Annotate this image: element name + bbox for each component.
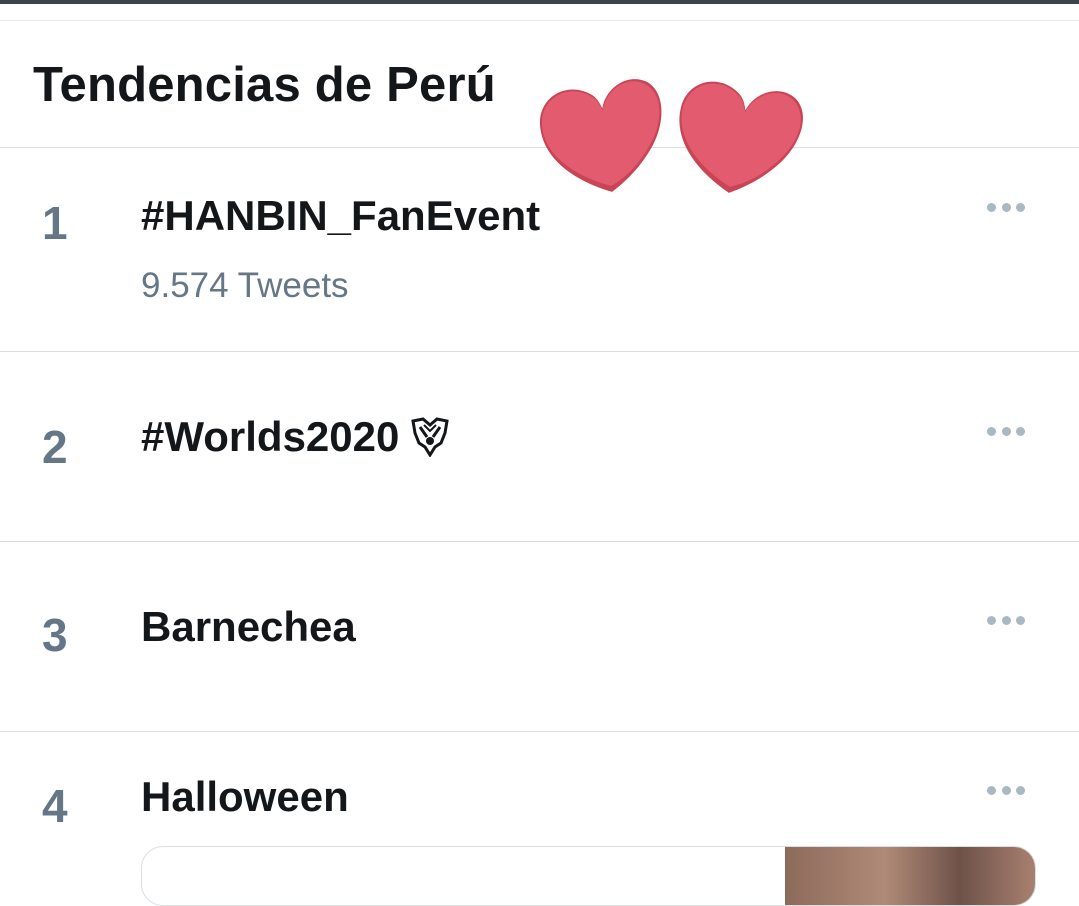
trend-name-text: Barnechea bbox=[141, 603, 356, 650]
more-dots-icon[interactable] bbox=[987, 615, 1025, 625]
hearts-sticker bbox=[540, 79, 803, 193]
top-status-bar bbox=[0, 0, 1079, 4]
more-dots-icon[interactable] bbox=[987, 202, 1025, 212]
trend-item-2[interactable]: 2 #Worlds2020 bbox=[0, 352, 1079, 542]
trend-name-text: #Worlds2020 bbox=[141, 413, 400, 460]
trend-item-3[interactable]: 3 Barnechea bbox=[0, 542, 1079, 732]
more-dots-icon[interactable] bbox=[987, 785, 1025, 795]
trend-name[interactable]: #HANBIN_FanEvent bbox=[141, 192, 540, 240]
trend-name-text: Halloween bbox=[141, 773, 349, 820]
trend-media-card[interactable] bbox=[141, 846, 1036, 906]
trend-name[interactable]: Halloween bbox=[141, 773, 349, 821]
trend-rank: 4 bbox=[42, 780, 68, 832]
trend-name[interactable]: #Worlds2020 bbox=[141, 413, 450, 461]
trend-rank: 1 bbox=[42, 197, 68, 249]
trend-rank: 2 bbox=[42, 421, 68, 473]
page-title: Tendencias de Perú bbox=[33, 58, 496, 112]
worlds-emblem-icon bbox=[411, 417, 450, 457]
trend-name-text: #HANBIN_FanEvent bbox=[141, 192, 541, 239]
trend-tweet-count: 9.574 Tweets bbox=[141, 266, 349, 305]
media-thumbnail bbox=[785, 847, 1035, 905]
trend-rank: 3 bbox=[42, 609, 68, 661]
trend-name[interactable]: Barnechea bbox=[141, 603, 356, 651]
more-dots-icon[interactable] bbox=[987, 426, 1025, 436]
